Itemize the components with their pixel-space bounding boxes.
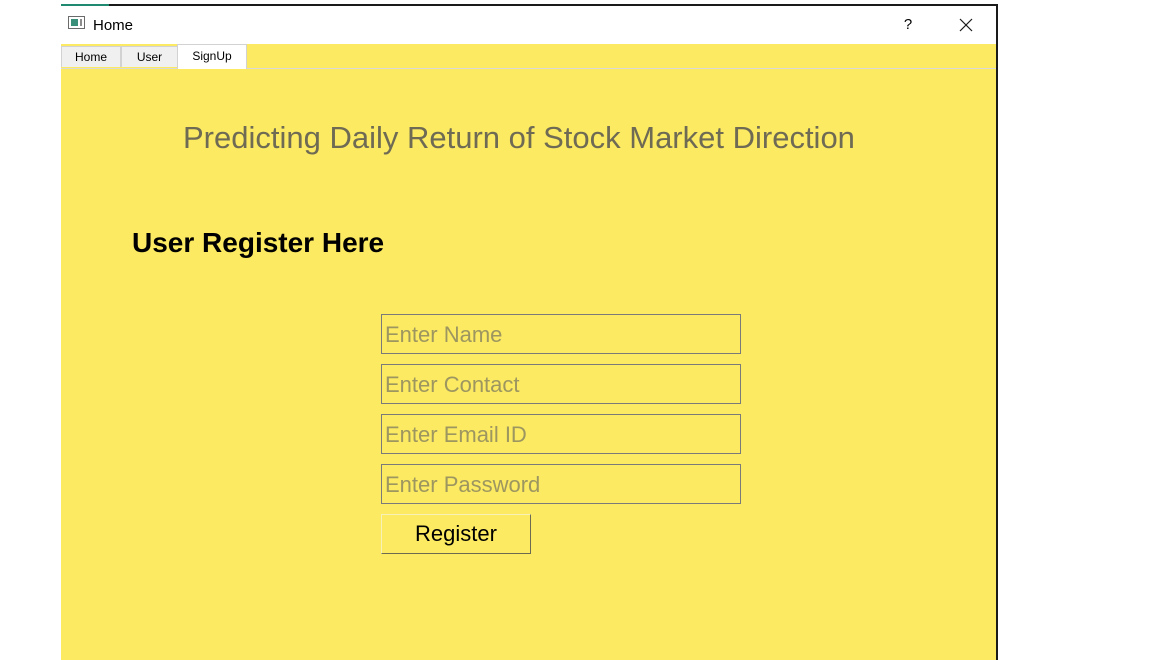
close-icon: [959, 18, 973, 32]
tab-bar: Home User SignUp: [61, 44, 996, 69]
email-input[interactable]: [381, 414, 741, 454]
name-input[interactable]: [381, 314, 741, 354]
signup-page: Home User SignUp Predicting Daily Return…: [61, 44, 996, 660]
title-bar[interactable]: Home ?: [61, 6, 996, 44]
help-button[interactable]: ?: [893, 13, 923, 37]
tab-signup[interactable]: SignUp: [177, 44, 247, 69]
register-button[interactable]: Register: [381, 514, 531, 554]
close-button[interactable]: [949, 13, 983, 37]
contact-input[interactable]: [381, 364, 741, 404]
password-input[interactable]: [381, 464, 741, 504]
tab-home[interactable]: Home: [61, 46, 121, 67]
window-title: Home: [93, 17, 134, 34]
form-heading: User Register Here: [132, 227, 385, 258]
page-title: Predicting Daily Return of Stock Market …: [183, 120, 855, 155]
tab-user[interactable]: User: [121, 46, 178, 67]
app-window: Home ? Home User SignUp Predicting Daily…: [61, 4, 998, 660]
window-app-icon: [68, 16, 85, 29]
